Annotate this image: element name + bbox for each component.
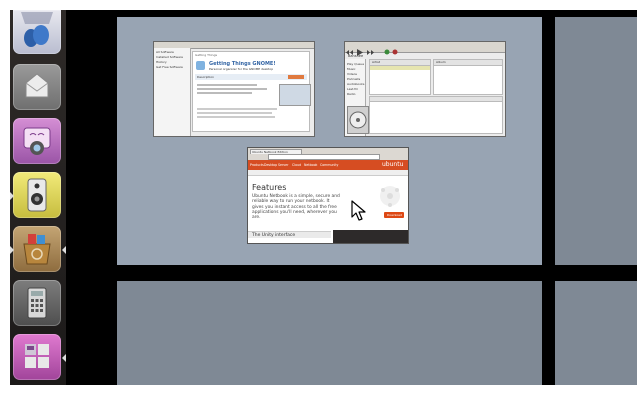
disc-icon [349,111,367,129]
nav-item: Server [278,163,289,167]
webcam-icon [23,127,51,155]
sidebar-item: Installed Software [156,55,183,59]
screenshot-thumb [279,84,311,106]
sidebar-item: History [156,60,167,64]
section-screenshot [333,230,408,243]
app-icon [196,61,205,70]
nav-item: Products [250,163,264,167]
sidebar-item: Play Queue [347,62,365,66]
ubuntu-logo: ubuntu [382,161,404,168]
workspace-3[interactable] [117,281,542,385]
launcher-panel [10,10,66,385]
pane-header-label: Album [436,60,446,64]
window-thumbnail-software-center[interactable]: All Software Installed Software History … [154,42,314,136]
page-body-text: Ubuntu Netbook is a simple, secure and r… [252,194,340,221]
player-title: Banshee [348,54,364,58]
window-thumbnail-music-player[interactable]: Banshee Play Queue Music Videos Podcasts… [345,42,505,136]
speaker-icon [27,178,47,212]
window-toolbar [345,42,505,56]
window-sidebar: All Software Installed Software History … [154,48,191,136]
sidebar-item: Last.fm [347,87,359,91]
calculator-icon [27,287,47,319]
track-list [369,96,503,134]
active-indicator [62,246,66,254]
nav-item: Desktop [264,163,278,167]
artist-pane: Artist [369,59,431,95]
pane-header-label: Artist [372,60,381,64]
download-button: Download [384,212,404,218]
running-indicator [10,246,14,254]
feature-graphic [380,186,400,207]
text-line [197,92,252,94]
trash-icon [21,12,53,47]
description-bar: Description [195,74,307,80]
launcher-item-calculator[interactable] [13,280,61,326]
site-navbar: Products Desktop Server Cloud Netbook Co… [248,160,408,170]
nav-item: Community [320,163,339,167]
sidebar-item: All Software [156,50,174,54]
sidebar-item: Audiobooks [347,82,365,86]
running-indicator [10,192,14,200]
workspace-4[interactable] [555,281,637,385]
download-label: Download [387,213,402,217]
workspace-switcher-icon [25,344,49,368]
selected-row [370,66,430,70]
install-button [288,75,304,79]
sidebar-item: Radio [347,92,356,96]
launcher-item-mail[interactable] [13,64,61,110]
album-pane: Album [433,59,503,95]
sidebar-item: Get Free Software [156,65,183,69]
window-content: Getting Things Getting Things GNOME! Per… [192,51,311,132]
site-subnav [248,170,408,176]
launcher-item-workspace-switcher[interactable] [13,334,61,380]
workspace-2[interactable] [555,17,637,265]
track-list-header [370,97,502,102]
active-indicator [62,354,66,362]
text-line [197,84,257,86]
tab-label: Getting Things [195,53,218,57]
sidebar-item: Videos [347,72,357,76]
software-center-icon [23,234,51,265]
launcher-item-software-center[interactable] [13,226,61,272]
app-subtitle: Personal organizer for the GNOME desktop [209,67,274,71]
text-line [197,108,277,110]
section-heading: The Unity interface [248,231,331,238]
sidebar-item: Podcasts [347,77,361,81]
sidebar-item: Music [347,67,356,71]
launcher-item-webcam[interactable] [13,118,61,164]
album-art [347,106,369,134]
pane-header: Album [434,60,502,66]
launcher-item-trash[interactable] [13,10,61,54]
nav-item: Cloud [292,163,302,167]
page-heading: Features [252,183,287,192]
window-thumbnail-browser[interactable]: Ubuntu Netbook Edition Products Desktop … [248,148,408,243]
nav-item: Netbook [304,163,318,167]
text-line [197,88,267,90]
text-line [197,116,275,118]
mail-icon [25,73,49,98]
text-line [197,112,272,114]
mouse-cursor-icon [351,200,366,221]
desktop-screen: All Software Installed Software History … [10,10,637,385]
section-label: Description [197,75,215,79]
launcher-item-speaker[interactable] [13,172,61,218]
